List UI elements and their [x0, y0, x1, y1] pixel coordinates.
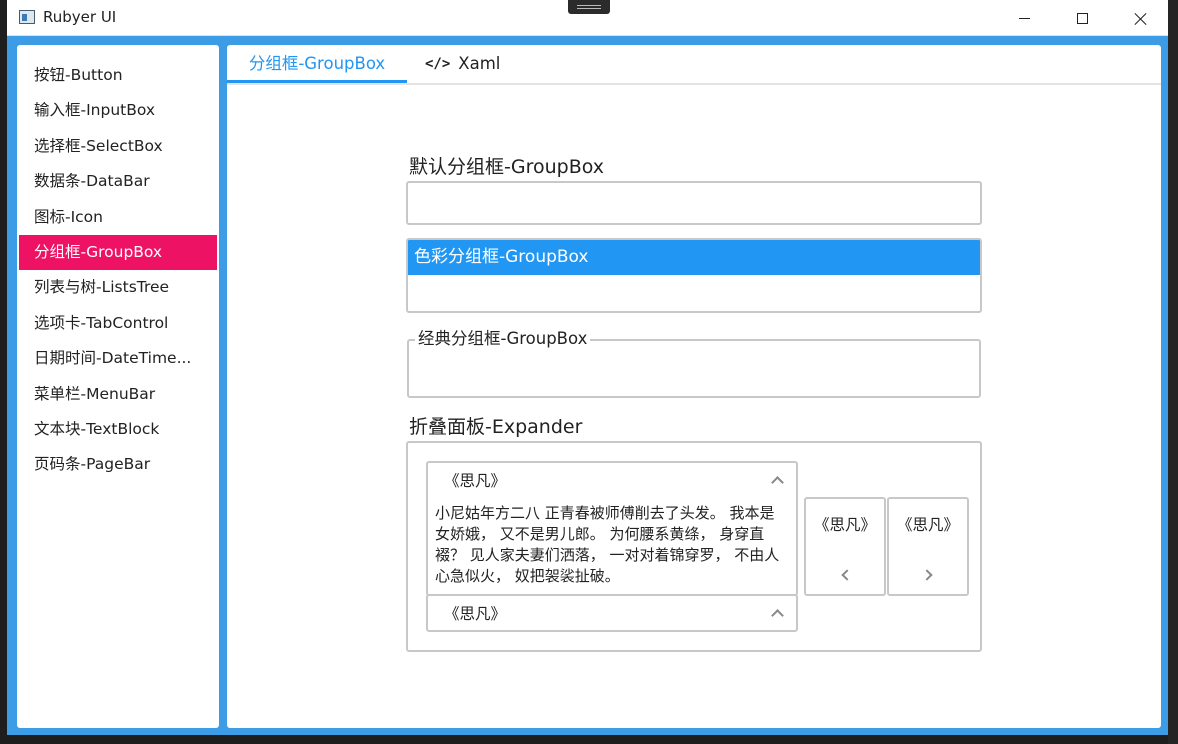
sidebar-item-datetime[interactable]: 日期时间-DateTime... — [19, 341, 217, 376]
expander-header[interactable]: 《思凡》 — [428, 596, 796, 630]
expander-content: 小尼姑年方二八 正青春被师傅削去了头发。 我本是女娇娥， 又不是男儿郎。 为何腰… — [435, 504, 780, 585]
close-icon — [1134, 12, 1147, 25]
title-bar[interactable]: Rubyer UI — [7, 0, 1168, 36]
expander-header[interactable]: 《思凡》 — [428, 463, 796, 497]
code-icon: </> — [425, 56, 451, 72]
minimize-icon — [1018, 17, 1030, 19]
default-groupbox — [406, 181, 982, 225]
chevron-up-icon — [771, 475, 784, 489]
tab-xaml-label: Xaml — [458, 54, 501, 73]
app-icon — [19, 10, 35, 24]
sidebar-item-tabcontrol[interactable]: 选项卡-TabControl — [19, 306, 217, 341]
tab-xaml[interactable]: </> Xaml — [425, 45, 500, 83]
background-left — [0, 0, 7, 744]
sidebar-item-menubar[interactable]: 菜单栏-MenuBar — [19, 377, 217, 412]
sidebar-item-icon[interactable]: 图标-Icon — [19, 200, 217, 235]
expander-collapsed: 《思凡》 — [426, 594, 798, 632]
expander-section-title: 折叠面板-Expander — [409, 416, 583, 438]
window-title: Rubyer UI — [43, 8, 117, 26]
app-window: Rubyer UI 按钮-Button 输入框-InputBox 选择框-Sel… — [7, 0, 1168, 735]
expander-header-label: 《思凡》 — [896, 516, 959, 534]
default-groupbox-title: 默认分组框-GroupBox — [409, 156, 605, 178]
expander-header-label: 《思凡》 — [444, 472, 507, 490]
sidebar-item-selectbox[interactable]: 选择框-SelectBox — [19, 129, 217, 164]
sidebar-item-groupbox[interactable]: 分组框-GroupBox — [19, 234, 217, 271]
sidebar-nav: 按钮-Button 输入框-InputBox 选择框-SelectBox 数据条… — [17, 45, 219, 728]
sidebar-item-textblock[interactable]: 文本块-TextBlock — [19, 412, 217, 447]
expander-expanded: 《思凡》 小尼姑年方二八 正青春被师傅削去了头发。 我本是女娇娥， 又不是男儿郎… — [426, 461, 798, 596]
chevron-left-icon — [841, 569, 853, 581]
color-groupbox: 色彩分组框-GroupBox — [406, 238, 982, 313]
expander-header-label: 《思凡》 — [444, 605, 507, 623]
drag-handle-icon[interactable] — [568, 0, 610, 14]
tab-bar: 分组框-GroupBox </> Xaml — [227, 45, 1161, 85]
classic-groupbox: 经典分组框-GroupBox — [407, 329, 981, 398]
expander-frame: 《思凡》 小尼姑年方二八 正青春被师傅削去了头发。 我本是女娇娥， 又不是男儿郎… — [406, 441, 982, 652]
chevron-up-icon — [771, 608, 784, 622]
sidebar-item-liststree[interactable]: 列表与树-ListsTree — [19, 270, 217, 305]
classic-groupbox-title: 经典分组框-GroupBox — [415, 329, 591, 349]
main-panel: 分组框-GroupBox </> Xaml 默认分组框-GroupBox 色彩分… — [227, 45, 1161, 728]
expander-right[interactable]: 《思凡》 — [887, 497, 969, 596]
maximize-icon — [1076, 12, 1088, 24]
color-groupbox-header: 色彩分组框-GroupBox — [408, 240, 980, 275]
sidebar-item-pagebar[interactable]: 页码条-PageBar — [19, 447, 217, 482]
sidebar-item-databar[interactable]: 数据条-DataBar — [19, 164, 217, 199]
tab-groupbox[interactable]: 分组框-GroupBox — [227, 45, 407, 83]
chevron-right-icon — [921, 569, 933, 581]
close-button[interactable] — [1117, 0, 1163, 36]
background-right — [1168, 0, 1178, 744]
expander-header-label: 《思凡》 — [813, 516, 876, 534]
sidebar-item-button[interactable]: 按钮-Button — [19, 58, 217, 93]
expander-left[interactable]: 《思凡》 — [804, 497, 886, 596]
maximize-button[interactable] — [1059, 0, 1105, 36]
minimize-button[interactable] — [1001, 0, 1047, 36]
sidebar-item-inputbox[interactable]: 输入框-InputBox — [19, 93, 217, 128]
